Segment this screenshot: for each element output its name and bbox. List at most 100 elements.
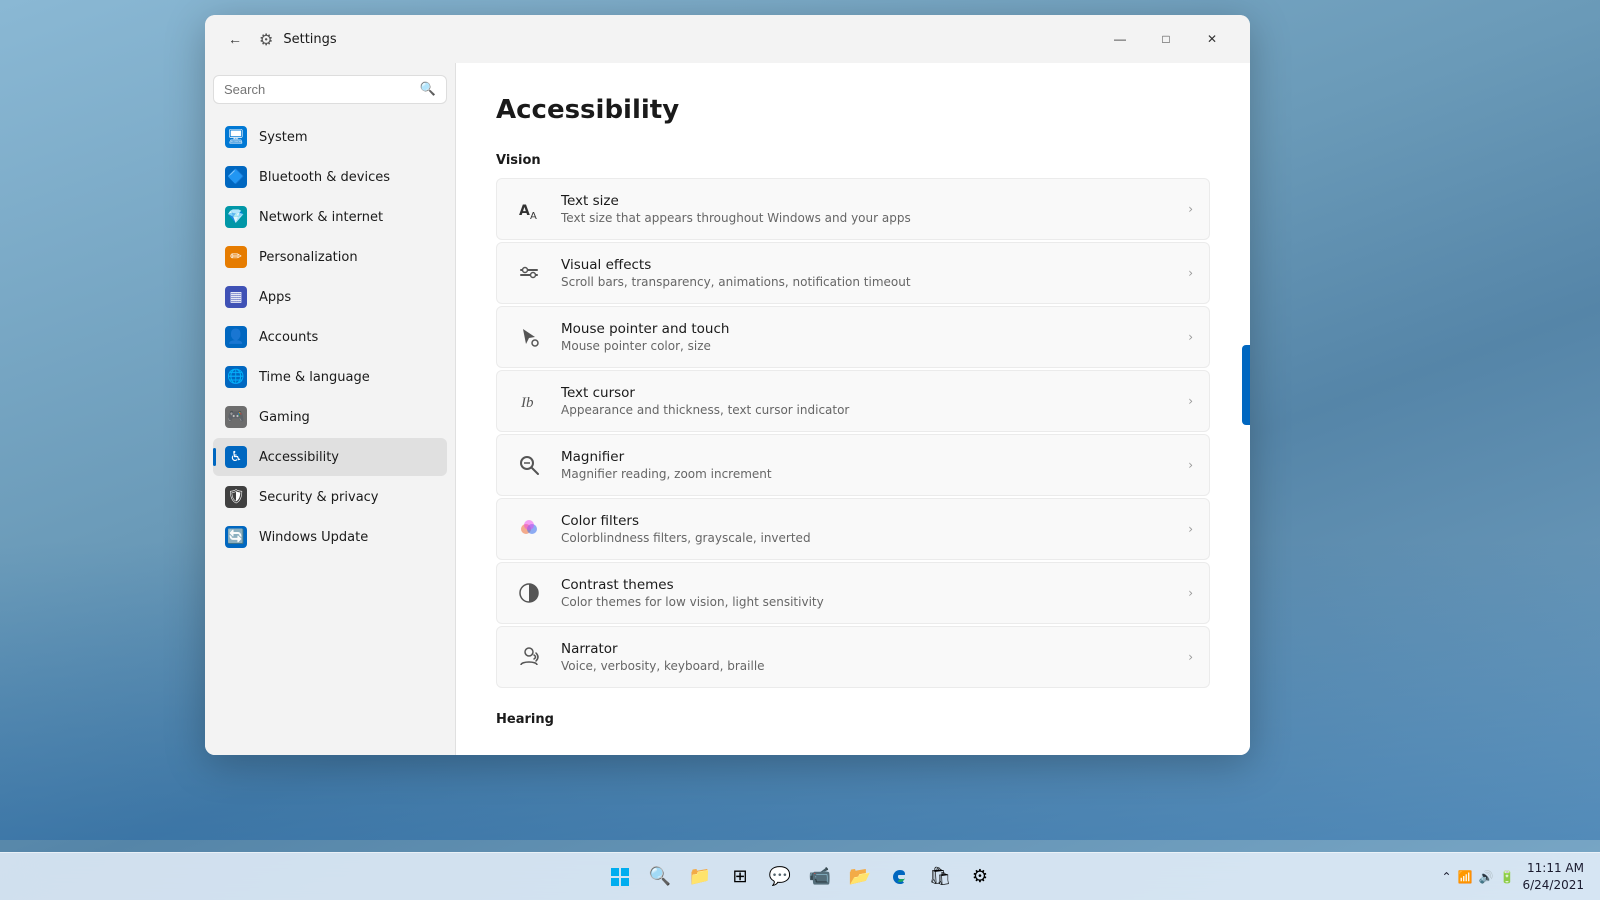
taskbar-meeting[interactable]: 📹 — [802, 859, 838, 895]
sidebar-label-update: Windows Update — [259, 530, 368, 545]
settings-gear-icon: ⚙ — [259, 30, 273, 49]
taskbar-icons: 🔍 📁 ⊞ 💬 📹 📂 🛍 ⚙ — [602, 859, 998, 895]
text-cursor-icon: Ib — [513, 385, 545, 417]
search-icon: 🔍 — [420, 82, 436, 97]
settings-item-contrast-themes[interactable]: Contrast themes Color themes for low vis… — [496, 562, 1210, 624]
clock[interactable]: 11:11 AM 6/24/2021 — [1522, 860, 1584, 894]
settings-item-mouse-pointer[interactable]: Mouse pointer and touch Mouse pointer co… — [496, 306, 1210, 368]
svg-text:A: A — [519, 203, 530, 219]
sidebar-label-personalization: Personalization — [259, 250, 358, 265]
date-display: 6/24/2021 — [1522, 877, 1584, 894]
chevron-up-icon[interactable]: ⌃ — [1442, 870, 1452, 884]
mouse-pointer-title: Mouse pointer and touch — [561, 321, 1172, 337]
sidebar-label-security: Security & privacy — [259, 490, 379, 505]
sidebar-label-time: Time & language — [259, 370, 370, 385]
minimize-button[interactable]: — — [1098, 23, 1142, 55]
bluetooth-icon: 🔷 — [225, 166, 247, 188]
taskbar-search-button[interactable]: 🔍 — [642, 859, 678, 895]
window-body: 🔍 🖥 System 🔷 Bluetooth & devices 💎 Netwo… — [205, 63, 1250, 755]
text-cursor-chevron: › — [1188, 394, 1193, 408]
taskbar-settings-pinned[interactable]: ⚙ — [962, 859, 998, 895]
magnifier-icon — [513, 449, 545, 481]
visual-effects-desc: Scroll bars, transparency, animations, n… — [561, 275, 1172, 289]
settings-item-visual-effects[interactable]: Visual effects Scroll bars, transparency… — [496, 242, 1210, 304]
sidebar-label-network: Network & internet — [259, 210, 383, 225]
title-bar-left: ← ⚙ Settings — [221, 25, 337, 53]
text-size-desc: Text size that appears throughout Window… — [561, 211, 1172, 225]
color-filters-title: Color filters — [561, 513, 1172, 529]
vision-section-label: Vision — [496, 153, 1210, 168]
search-input[interactable] — [224, 82, 412, 97]
sidebar-label-gaming: Gaming — [259, 410, 310, 425]
sidebar-item-update[interactable]: 🔄 Windows Update — [213, 518, 447, 556]
maximize-button[interactable]: □ — [1144, 23, 1188, 55]
taskbar-right: ⌃ 📶 🔊 🔋 11:11 AM 6/24/2021 — [1442, 860, 1584, 894]
close-button[interactable]: ✕ — [1190, 23, 1234, 55]
narrator-chevron: › — [1188, 650, 1193, 664]
mouse-pointer-text: Mouse pointer and touch Mouse pointer co… — [561, 321, 1172, 353]
accounts-icon: 👤 — [225, 326, 247, 348]
sidebar-item-network[interactable]: 💎 Network & internet — [213, 198, 447, 236]
sidebar-item-personalization[interactable]: ✏ Personalization — [213, 238, 447, 276]
sidebar-label-bluetooth: Bluetooth & devices — [259, 170, 390, 185]
system-tray: ⌃ 📶 🔊 🔋 — [1442, 870, 1515, 884]
sidebar-item-accessibility[interactable]: ♿ Accessibility — [213, 438, 447, 476]
narrator-icon — [513, 641, 545, 673]
gaming-icon: 🎮 — [225, 406, 247, 428]
color-filters-chevron: › — [1188, 522, 1193, 536]
settings-item-magnifier[interactable]: Magnifier Magnifier reading, zoom increm… — [496, 434, 1210, 496]
color-filters-text: Color filters Colorblindness filters, gr… — [561, 513, 1172, 545]
title-bar: ← ⚙ Settings — □ ✕ — [205, 15, 1250, 63]
text-cursor-desc: Appearance and thickness, text cursor in… — [561, 403, 1172, 417]
settings-item-text-size[interactable]: A A Text size Text size that appears thr… — [496, 178, 1210, 240]
sidebar-item-system[interactable]: 🖥 System — [213, 118, 447, 156]
wifi-icon[interactable]: 📶 — [1458, 870, 1473, 884]
settings-item-text-cursor[interactable]: Ib Text cursor Appearance and thickness,… — [496, 370, 1210, 432]
sidebar-item-apps[interactable]: ▦ Apps — [213, 278, 447, 316]
sidebar-item-gaming[interactable]: 🎮 Gaming — [213, 398, 447, 436]
taskbar-store[interactable]: 🛍 — [922, 859, 958, 895]
sidebar-item-accounts[interactable]: 👤 Accounts — [213, 318, 447, 356]
content-area: Accessibility Vision A A Text size Text … — [455, 63, 1250, 755]
right-accent — [1242, 345, 1250, 425]
sidebar-item-bluetooth[interactable]: 🔷 Bluetooth & devices — [213, 158, 447, 196]
settings-item-narrator[interactable]: Narrator Voice, verbosity, keyboard, bra… — [496, 626, 1210, 688]
taskbar-widgets[interactable]: ⊞ — [722, 859, 758, 895]
vision-settings-list: A A Text size Text size that appears thr… — [496, 178, 1210, 688]
battery-icon[interactable]: 🔋 — [1500, 870, 1515, 884]
sidebar-label-apps: Apps — [259, 290, 291, 305]
apps-icon: ▦ — [225, 286, 247, 308]
magnifier-chevron: › — [1188, 458, 1193, 472]
svg-text:Ib: Ib — [520, 395, 534, 411]
update-icon: 🔄 — [225, 526, 247, 548]
settings-item-color-filters[interactable]: Color filters Colorblindness filters, gr… — [496, 498, 1210, 560]
visual-effects-chevron: › — [1188, 266, 1193, 280]
sidebar-label-system: System — [259, 130, 307, 145]
visual-effects-icon — [513, 257, 545, 289]
contrast-themes-title: Contrast themes — [561, 577, 1172, 593]
security-icon: 🛡 — [225, 486, 247, 508]
magnifier-desc: Magnifier reading, zoom increment — [561, 467, 1172, 481]
text-size-text: Text size Text size that appears through… — [561, 193, 1172, 225]
taskbar-edge[interactable] — [882, 859, 918, 895]
contrast-themes-icon — [513, 577, 545, 609]
sidebar-item-time[interactable]: 🌐 Time & language — [213, 358, 447, 396]
start-button[interactable] — [602, 859, 638, 895]
magnifier-title: Magnifier — [561, 449, 1172, 465]
back-button[interactable]: ← — [221, 25, 249, 53]
taskbar: 🔍 📁 ⊞ 💬 📹 📂 🛍 ⚙ ⌃ 📶 🔊 🔋 11:11 AM 6/24/20… — [0, 852, 1600, 900]
sidebar-item-security[interactable]: 🛡 Security & privacy — [213, 478, 447, 516]
text-size-chevron: › — [1188, 202, 1193, 216]
magnifier-text: Magnifier Magnifier reading, zoom increm… — [561, 449, 1172, 481]
text-size-title: Text size — [561, 193, 1172, 209]
search-box[interactable]: 🔍 — [213, 75, 447, 104]
page-title: Accessibility — [496, 95, 1210, 125]
taskbar-teams[interactable]: 💬 — [762, 859, 798, 895]
text-cursor-title: Text cursor — [561, 385, 1172, 401]
volume-icon[interactable]: 🔊 — [1479, 870, 1494, 884]
mouse-pointer-desc: Mouse pointer color, size — [561, 339, 1172, 353]
taskbar-folders[interactable]: 📂 — [842, 859, 878, 895]
settings-window: ← ⚙ Settings — □ ✕ 🔍 🖥 System 🔷 — [205, 15, 1250, 755]
taskbar-file-explorer[interactable]: 📁 — [682, 859, 718, 895]
network-icon: 💎 — [225, 206, 247, 228]
